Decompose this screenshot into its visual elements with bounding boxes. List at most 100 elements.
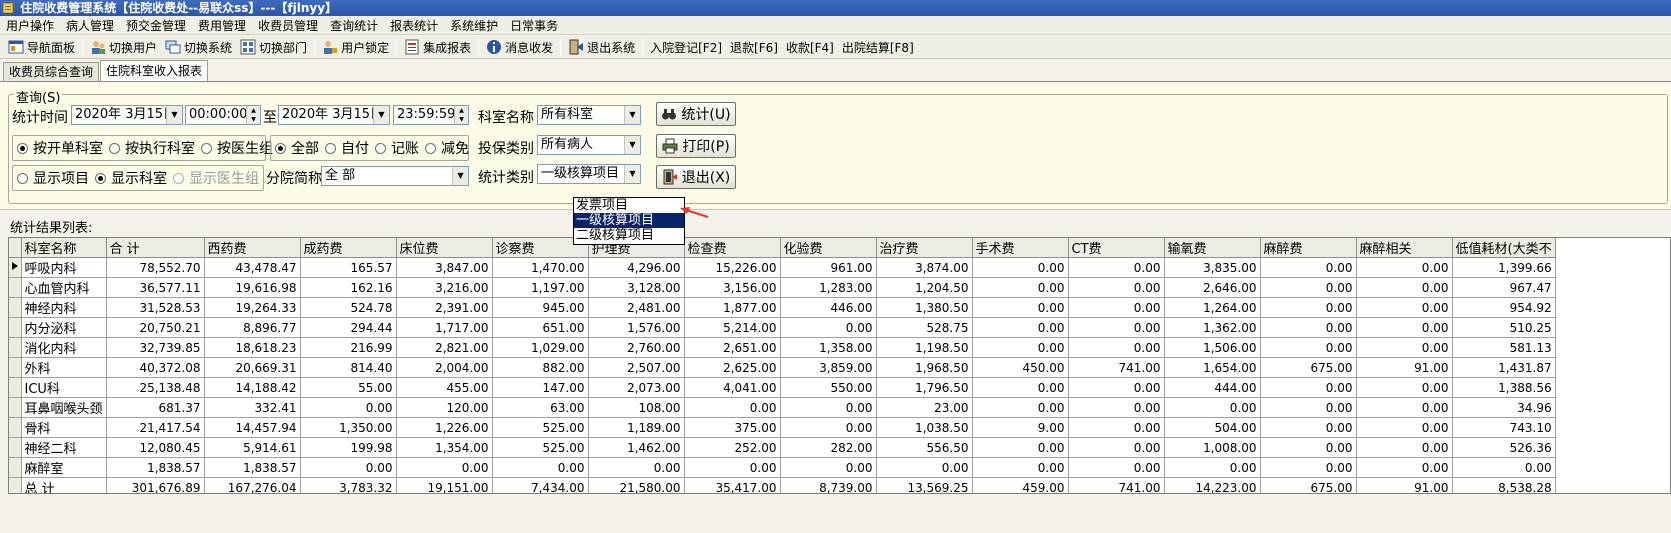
toolbar-button[interactable]: 出院结算[F8] (838, 37, 918, 57)
chevron-down-icon[interactable]: ▼ (166, 106, 182, 124)
column-header[interactable]: 西药费 (204, 238, 301, 258)
toolbar-button[interactable]: 退款[F6] (726, 37, 782, 57)
radio-button-icon[interactable] (275, 142, 286, 154)
insurance-select[interactable]: 所有病人 ▼ (537, 135, 641, 155)
toolbar-button[interactable]: 切换用户 (86, 37, 161, 57)
dropdown-option[interactable]: 一级核算项目 (574, 213, 684, 228)
spin-arrows-icon[interactable]: ▲ ▼ (454, 106, 468, 124)
spin-arrows-icon[interactable]: ▲ ▼ (246, 106, 260, 124)
column-header[interactable]: 治疗费 (876, 238, 973, 258)
table-row[interactable]: 耳鼻咽喉头颈 681.37 332.41 0.00 120.00 63.00 108.00 0… (9, 397, 1556, 418)
toolbar-button[interactable]: 集成报表 (400, 37, 475, 57)
dept-mode-radio[interactable]: 按医生组 (201, 138, 273, 158)
radio-button-icon[interactable] (17, 142, 28, 154)
menu-item[interactable]: 病人管理 (60, 17, 120, 34)
table-row[interactable]: 外科 40,372.08 20,669.31 814.40 2,004.00 882.00… (9, 357, 1556, 378)
end-time-spinner[interactable]: 23:59:59 ▲ ▼ (393, 105, 469, 125)
table-row[interactable]: 内分泌科 20,750.21 8,896.77 294.44 1,717.00 651.0… (9, 317, 1556, 338)
result-grid[interactable]: 科室名称合 计西药费 成药费 床位费 诊察费 护理费 检查费 化验费 治疗费 手术费 CT费 输氧费… (8, 237, 1671, 494)
menu-item[interactable]: 用户操作 (0, 17, 60, 34)
toolbar-button[interactable]: 导航面板 (4, 37, 79, 57)
menu-item[interactable]: 收费员管理 (252, 17, 324, 34)
fee-radio[interactable]: 减免 (425, 138, 469, 158)
toolbar-button[interactable]: 入院登记[F2] (646, 37, 726, 57)
menu-item[interactable]: 日常事务 (504, 17, 564, 34)
radio-button-icon[interactable] (325, 142, 336, 154)
column-header[interactable]: 床位费 (396, 238, 493, 258)
table-row[interactable]: ICU科 25,138.48 14,188.42 55.00 455.00 147.00 2… (9, 377, 1556, 398)
amount-cell: 19,264.33 (204, 297, 301, 318)
amount-cell: 556.50 (876, 437, 973, 458)
radio-button-icon[interactable] (95, 172, 106, 184)
amount-cell: 524.78 (300, 297, 397, 318)
table-row[interactable]: 神经二科 12,080.45 5,914.61 199.98 1,354.00 525.0… (9, 437, 1556, 458)
toolbar-button[interactable]: 切换部门 (236, 37, 311, 57)
amount-cell: 0.00 (492, 457, 589, 478)
display-radio[interactable]: 显示项目 (17, 168, 89, 188)
fee-radio[interactable]: 记账 (375, 138, 419, 158)
dept-mode-radio[interactable]: 按执行科室 (109, 138, 195, 158)
chevron-down-icon[interactable]: ▼ (624, 106, 640, 124)
print-button[interactable]: 打印(P) (656, 134, 736, 158)
hospital-select[interactable]: 全 部 ▼ (321, 166, 469, 186)
radio-button-icon[interactable] (17, 172, 28, 184)
exit-button[interactable]: 退出(X) (656, 165, 736, 189)
amount-cell: 2,481.00 (588, 297, 685, 318)
column-header[interactable]: 检查费 (684, 238, 781, 258)
fee-radio[interactable]: 全部 (275, 138, 319, 158)
end-date-picker[interactable]: 2020年 3月15日 ▼ (278, 105, 390, 125)
column-header[interactable]: CT费 (1068, 238, 1165, 258)
chevron-down-icon[interactable]: ▼ (373, 106, 389, 124)
toolbar-button[interactable]: 消息收发 (482, 37, 557, 57)
toolbar-button[interactable]: 用户锁定 (318, 37, 393, 57)
column-header[interactable]: 麻醉相关 (1356, 238, 1453, 258)
tab-dept-income-report[interactable]: 住院科室收入报表 (100, 60, 209, 81)
stat-button[interactable]: 统计(U) (656, 102, 736, 126)
dept-name-cell: 心血管内科 (21, 277, 107, 298)
radio-button-icon[interactable] (173, 172, 184, 184)
chevron-down-icon[interactable]: ▼ (452, 167, 468, 185)
chevron-down-icon[interactable]: ▼ (624, 165, 640, 183)
tab-cashier-query[interactable]: 收费员综合查询 (3, 62, 100, 81)
radio-button-icon[interactable] (109, 142, 120, 154)
column-header[interactable]: 麻醉费 (1260, 238, 1357, 258)
column-header[interactable]: 化验费 (780, 238, 877, 258)
start-date-picker[interactable]: 2020年 3月15日 ▼ (71, 105, 183, 125)
column-header[interactable]: 输氧费 (1164, 238, 1261, 258)
row-indicator (9, 357, 22, 378)
table-row[interactable]: 心血管内科 36,577.11 19,616.98 162.16 3,216.00 1,1… (9, 277, 1556, 298)
table-row[interactable]: 神经内科 31,528.53 19,264.33 524.78 2,391.00 945.… (9, 297, 1556, 318)
chevron-down-icon[interactable]: ▼ (624, 136, 640, 154)
table-row[interactable]: 麻醉室 1,838.57 1,838.57 0.00 0.00 0.00 0.00 0.00 0… (9, 457, 1556, 478)
radio-button-icon[interactable] (375, 142, 386, 154)
menu-item[interactable]: 费用管理 (192, 17, 252, 34)
fee-radio[interactable]: 自付 (325, 138, 369, 158)
radio-button-icon[interactable] (425, 142, 436, 154)
dept-name-cell: 神经二科 (21, 437, 107, 458)
table-row[interactable]: 骨科 21,417.54 14,457.94 1,350.00 1,226.00 525.… (9, 417, 1556, 438)
column-header[interactable]: 科室名称 (21, 238, 107, 258)
column-header[interactable]: 手术费 (972, 238, 1069, 258)
column-header[interactable]: 成药费 (300, 238, 397, 258)
stat-type-select[interactable]: 一级核算项目 ▼ (537, 164, 641, 184)
toolbar-button-label: 导航面板 (27, 40, 76, 55)
table-row[interactable]: 总 计 301,676.89 167,276.04 3,783.32 19,151.00… (9, 477, 1556, 493)
display-radio[interactable]: 显示科室 (95, 168, 167, 188)
toolbar-button[interactable]: 退出系统 (564, 37, 639, 57)
menu-item[interactable]: 查询统计 (324, 17, 384, 34)
table-row[interactable]: 呼吸内科 78,552.70 43,478.47 165.57 3,847.00 1,47… (9, 257, 1556, 278)
dept-select[interactable]: 所有科室 ▼ (537, 105, 641, 125)
dept-mode-radio[interactable]: 按开单科室 (17, 138, 103, 158)
dropdown-option[interactable]: 二级核算项目 (574, 228, 684, 243)
toolbar-button[interactable]: 收款[F4] (782, 37, 838, 57)
toolbar-button[interactable]: 切换系统 (161, 37, 236, 57)
menu-item[interactable]: 报表统计 (384, 17, 444, 34)
column-header[interactable]: 合 计 (106, 238, 205, 258)
menu-item[interactable]: 系统维护 (444, 17, 504, 34)
dropdown-option[interactable]: 发票项目 (574, 198, 684, 213)
start-time-spinner[interactable]: 00:00:00 ▲ ▼ (185, 105, 261, 125)
menu-item[interactable]: 预交金管理 (120, 17, 192, 34)
column-header[interactable]: 低值耗材(大类不 (1452, 238, 1556, 258)
radio-button-icon[interactable] (201, 142, 212, 154)
table-row[interactable]: 消化内科 32,739.85 18,618.23 216.99 2,821.00 1,02… (9, 337, 1556, 358)
